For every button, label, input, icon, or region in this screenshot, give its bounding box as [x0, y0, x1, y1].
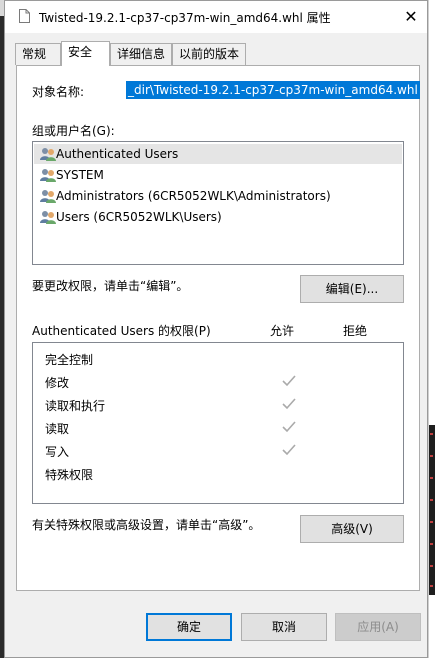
- ok-button[interactable]: 确定: [146, 613, 232, 641]
- permission-name: 修改: [45, 376, 70, 390]
- user-name: Administrators (6CR5052WLK\Administrator…: [56, 189, 331, 203]
- tab-general[interactable]: 常规: [15, 43, 61, 65]
- permission-name: 写入: [45, 445, 70, 459]
- user-name: Authenticated Users: [56, 147, 179, 161]
- users-icon: [40, 148, 56, 161]
- object-name-label: 对象名称:: [32, 85, 85, 99]
- permission-name: 特殊权限: [45, 468, 94, 482]
- permissions-list: 完全控制 修改 读取和执行 读取 写入 特殊权限: [32, 342, 404, 504]
- background-terminal-strip: [429, 425, 435, 595]
- permission-row: 修改: [33, 370, 403, 392]
- user-name: SYSTEM: [56, 168, 104, 182]
- permission-name: 读取: [45, 422, 70, 436]
- tab-details[interactable]: 详细信息: [110, 43, 172, 65]
- user-name: Users (6CR5052WLK\Users): [56, 210, 222, 224]
- users-icon: [40, 169, 56, 182]
- permission-row: 特殊权限: [33, 462, 403, 484]
- object-name-value[interactable]: _dir\Twisted-19.2.1-cp37-cp37m-win_amd64…: [126, 81, 420, 99]
- check-icon: [282, 375, 296, 387]
- permission-row: 读取: [33, 416, 403, 438]
- check-icon: [282, 421, 296, 433]
- tab-security[interactable]: 安全: [61, 41, 110, 66]
- user-list-item[interactable]: Users (6CR5052WLK\Users): [34, 207, 402, 227]
- user-list-item[interactable]: SYSTEM: [34, 165, 402, 185]
- advanced-text: 有关特殊权限或高级设置，请单击“高级”。: [32, 518, 261, 532]
- apply-button[interactable]: 应用(A): [335, 613, 421, 641]
- properties-dialog: Twisted-19.2.1-cp37-cp37m-win_amd64.whl …: [4, 0, 428, 658]
- permission-row: 完全控制: [33, 347, 403, 369]
- group-label: 组或用户名(G):: [32, 124, 115, 138]
- close-button[interactable]: ✕: [401, 7, 421, 27]
- title-bar: Twisted-19.2.1-cp37-cp37m-win_amd64.whl …: [5, 1, 427, 33]
- permission-name: 读取和执行: [45, 399, 106, 413]
- users-icon: [40, 190, 56, 203]
- change-permissions-text: 要更改权限，请单击“编辑”。: [32, 279, 189, 293]
- tab-previous-versions[interactable]: 以前的版本: [172, 43, 246, 65]
- permission-row: 读取和执行: [33, 393, 403, 415]
- permissions-header: Authenticated Users 的权限(P): [32, 324, 211, 338]
- permission-name: 完全控制: [45, 353, 94, 367]
- user-list-item[interactable]: Authenticated Users: [34, 144, 402, 164]
- cancel-button[interactable]: 取消: [241, 613, 327, 641]
- edit-button[interactable]: 编辑(E)...: [300, 275, 404, 303]
- user-list-item[interactable]: Administrators (6CR5052WLK\Administrator…: [34, 186, 402, 206]
- user-list: Authenticated Users SYSTEM Administrator…: [32, 141, 404, 265]
- window-title: Twisted-19.2.1-cp37-cp37m-win_amd64.whl …: [39, 11, 331, 25]
- advanced-button[interactable]: 高级(V): [300, 515, 404, 543]
- users-icon: [40, 211, 56, 224]
- allow-header: 允许: [270, 324, 295, 338]
- permission-row: 写入: [33, 439, 403, 461]
- check-icon: [282, 444, 296, 456]
- file-icon: [19, 9, 30, 23]
- deny-header: 拒绝: [343, 324, 368, 338]
- check-icon: [282, 398, 296, 410]
